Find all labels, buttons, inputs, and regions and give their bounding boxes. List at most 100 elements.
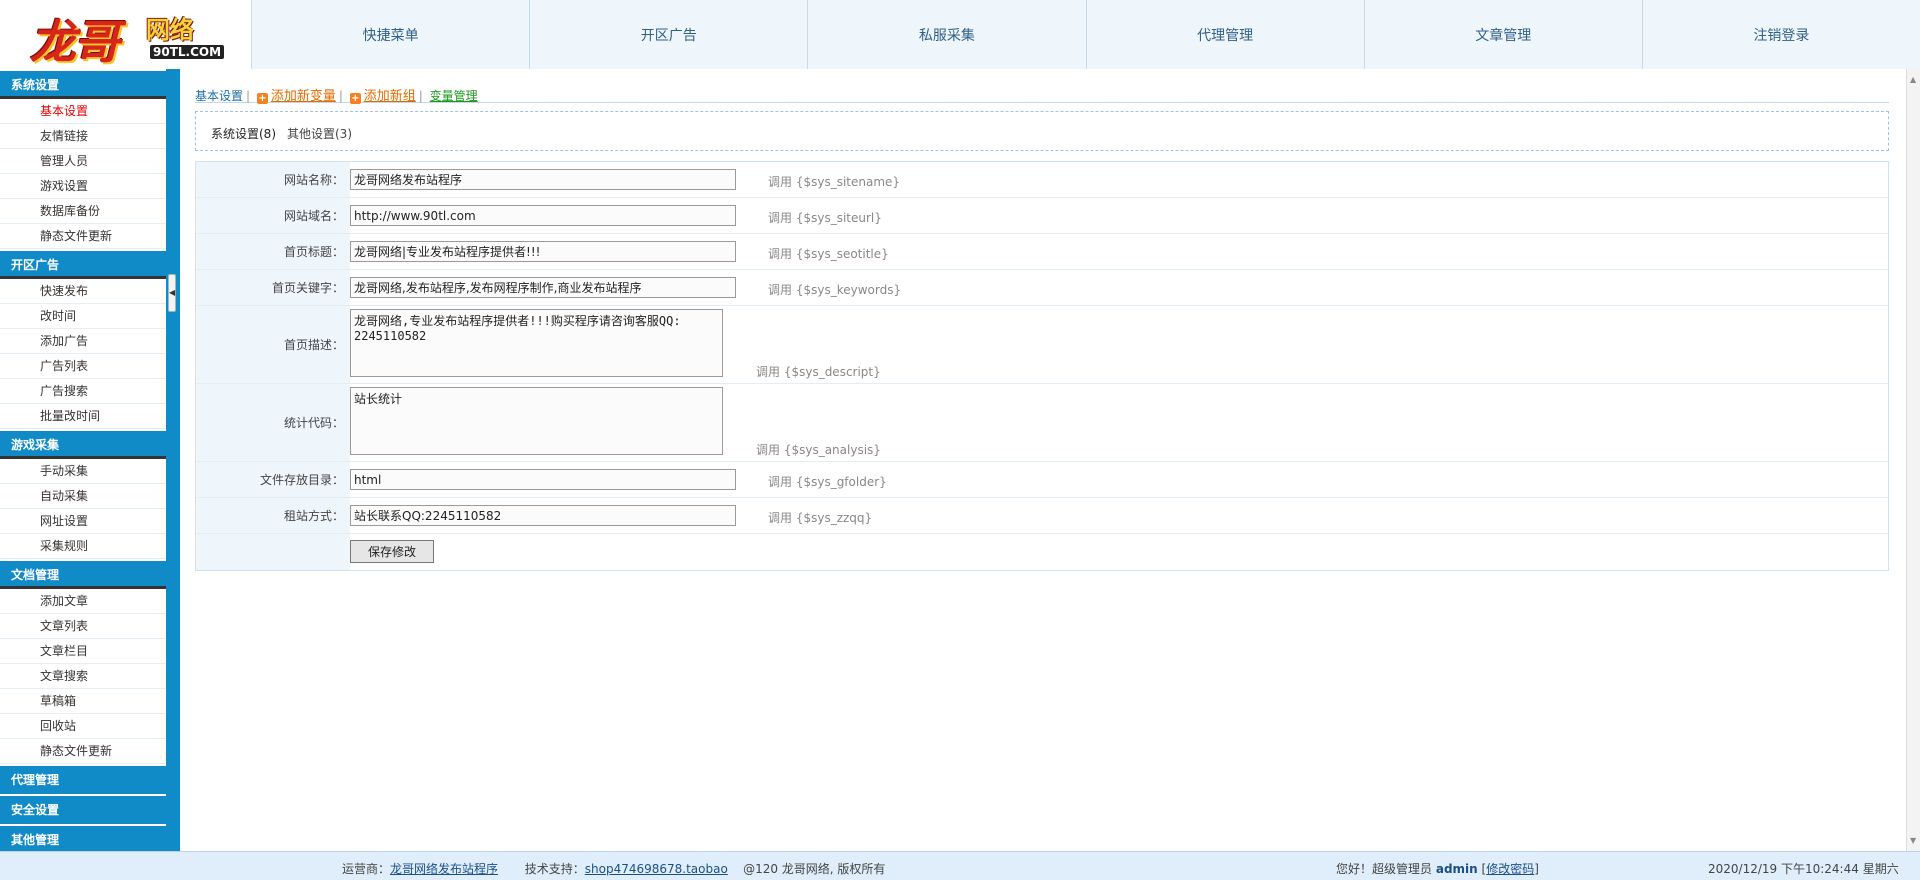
save-button[interactable]: 保存修改 bbox=[350, 540, 434, 563]
settings-tabs: 系统设置(8) 其他设置(3) bbox=[195, 111, 1889, 151]
form-row-sitename: 网站名称： 调用 {$sys_sitename} bbox=[196, 162, 1888, 198]
sidebar-item-db-backup[interactable]: 数据库备份 bbox=[0, 199, 166, 224]
siteurl-input[interactable] bbox=[350, 205, 736, 226]
sidebar-item-manual-collect[interactable]: 手动采集 bbox=[0, 459, 166, 484]
link-basic-settings[interactable]: 基本设置 bbox=[195, 89, 243, 103]
scroll-down-icon[interactable]: ▼ bbox=[1910, 836, 1916, 845]
analysis-textarea[interactable]: 站长统计 bbox=[350, 387, 723, 455]
gfolder-input[interactable] bbox=[350, 469, 736, 490]
separator: | bbox=[338, 89, 343, 103]
sidebar-section-ads[interactable]: 开区广告 bbox=[0, 251, 166, 279]
sidebar-item-batch-time[interactable]: 批量改时间 bbox=[0, 404, 166, 429]
sidebar-item-add-article[interactable]: 添加文章 bbox=[0, 589, 166, 614]
topnav-agent-manage[interactable]: 代理管理 bbox=[1085, 0, 1364, 69]
sidebar-item-auto-collect[interactable]: 自动采集 bbox=[0, 484, 166, 509]
logo-sub-text: 网络 bbox=[146, 16, 194, 44]
separator: | bbox=[246, 89, 251, 103]
topnav-article-manage[interactable]: 文章管理 bbox=[1363, 0, 1642, 69]
keywords-input[interactable] bbox=[350, 277, 736, 298]
sidebar-section-system[interactable]: 系统设置 bbox=[0, 71, 166, 99]
sidebar-item-article-list[interactable]: 文章列表 bbox=[0, 614, 166, 639]
tab-system-settings[interactable]: 系统设置(8) bbox=[211, 125, 276, 142]
form-row-zzqq: 租站方式： 调用 {$sys_zzqq} bbox=[196, 498, 1888, 534]
hint-zzqq: 调用 {$sys_zzqq} bbox=[768, 511, 873, 525]
sidebar-section-security[interactable]: 安全设置 bbox=[0, 796, 166, 824]
sidebar-section-collect[interactable]: 游戏采集 bbox=[0, 431, 166, 459]
main-scrollbar[interactable]: ▲ ▼ bbox=[1906, 69, 1920, 851]
sidebar-item-quick-publish[interactable]: 快速发布 bbox=[0, 279, 166, 304]
top-navigation: 快捷菜单 开区广告 私服采集 代理管理 文章管理 注销登录 bbox=[251, 0, 1920, 69]
collapse-arrow-icon[interactable]: ◀ bbox=[168, 274, 176, 312]
plus-icon: + bbox=[349, 93, 361, 104]
form-row-descript: 首页描述： 龙哥网络,专业发布站程序提供者!!!购买程序请咨询客服QQ: 224… bbox=[196, 306, 1888, 384]
logo-url-text: 90TL.COM bbox=[150, 45, 225, 59]
sidebar-item-drafts[interactable]: 草稿箱 bbox=[0, 689, 166, 714]
topnav-server-ads[interactable]: 开区广告 bbox=[529, 0, 808, 69]
footer-support-label: 技术支持： bbox=[524, 862, 585, 876]
link-variable-manage[interactable]: 变量管理 bbox=[430, 89, 478, 103]
scroll-up-icon[interactable]: ▲ bbox=[1910, 75, 1916, 84]
sidebar-item-ad-list[interactable]: 广告列表 bbox=[0, 354, 166, 379]
form-row-analysis: 统计代码： 站长统计 调用 {$sys_analysis} bbox=[196, 384, 1888, 462]
hint-siteurl: 调用 {$sys_siteurl} bbox=[768, 211, 882, 225]
form-row-siteurl: 网站域名： 调用 {$sys_siteurl} bbox=[196, 198, 1888, 234]
footer-copyright: @120 龙哥网络, 版权所有 bbox=[743, 862, 886, 876]
settings-toolbar: 基本设置 | + 添加新变量 | + 添加新组 | 变量管理 bbox=[195, 85, 1889, 104]
label-keywords: 首页关键字： bbox=[196, 270, 350, 305]
label-sitename: 网站名称： bbox=[196, 162, 350, 197]
topnav-logout[interactable]: 注销登录 bbox=[1641, 0, 1920, 69]
sidebar-item-article-columns[interactable]: 文章栏目 bbox=[0, 639, 166, 664]
sidebar-section-other[interactable]: 其他管理 bbox=[0, 826, 166, 851]
hint-descript: 调用 {$sys_descript} bbox=[756, 365, 881, 379]
footer-left: 运营商：龙哥网络发布站程序 技术支持：shop474698678.taobao … bbox=[342, 860, 885, 877]
hint-analysis: 调用 {$sys_analysis} bbox=[756, 443, 881, 457]
footer-datetime: 2020/12/19 下午10:24:44 星期六 bbox=[1708, 862, 1899, 876]
sidebar-item-admins[interactable]: 管理人员 bbox=[0, 149, 166, 174]
label-siteurl: 网站域名： bbox=[196, 198, 350, 233]
footer-admin-name: admin bbox=[1435, 862, 1478, 876]
sidebar-section-agents[interactable]: 代理管理 bbox=[0, 766, 166, 794]
footer-change-password-link[interactable]: 修改密码 bbox=[1486, 862, 1534, 876]
footer-user: 您好！超级管理员 admin [修改密码] bbox=[1336, 860, 1539, 877]
label-analysis: 统计代码： bbox=[196, 384, 350, 461]
label-empty bbox=[196, 534, 350, 570]
zzqq-input[interactable] bbox=[350, 505, 736, 526]
sidebar-splitter[interactable] bbox=[166, 69, 180, 851]
topnav-quick-menu[interactable]: 快捷菜单 bbox=[251, 0, 530, 69]
label-seotitle: 首页标题： bbox=[196, 234, 350, 269]
label-descript: 首页描述： bbox=[196, 306, 350, 383]
sidebar-item-friend-links[interactable]: 友情链接 bbox=[0, 124, 166, 149]
link-add-variable[interactable]: 添加新变量 bbox=[271, 89, 336, 104]
sidebar-item-add-ad[interactable]: 添加广告 bbox=[0, 329, 166, 354]
seotitle-input[interactable] bbox=[350, 241, 736, 262]
form-row-keywords: 首页关键字： 调用 {$sys_keywords} bbox=[196, 270, 1888, 306]
hint-gfolder: 调用 {$sys_gfolder} bbox=[768, 475, 887, 489]
sidebar-item-game-settings[interactable]: 游戏设置 bbox=[0, 174, 166, 199]
descript-textarea[interactable]: 龙哥网络,专业发布站程序提供者!!!购买程序请咨询客服QQ: 224511058… bbox=[350, 309, 723, 377]
sidebar-item-change-time[interactable]: 改时间 bbox=[0, 304, 166, 329]
logo[interactable]: 龙哥 网络 90TL.COM bbox=[0, 0, 251, 69]
link-add-group[interactable]: 添加新组 bbox=[364, 89, 416, 104]
sidebar-item-collect-rules[interactable]: 采集规则 bbox=[0, 534, 166, 559]
form-row-seotitle: 首页标题： 调用 {$sys_seotitle} bbox=[196, 234, 1888, 270]
footer-operator-link[interactable]: 龙哥网络发布站程序 bbox=[390, 862, 498, 876]
sidebar-section-docs[interactable]: 文档管理 bbox=[0, 561, 166, 589]
sidebar-item-recycle-bin[interactable]: 回收站 bbox=[0, 714, 166, 739]
sidebar-item-ad-search[interactable]: 广告搜索 bbox=[0, 379, 166, 404]
sidebar-item-static-update[interactable]: 静态文件更新 bbox=[0, 224, 166, 249]
sitename-input[interactable] bbox=[350, 169, 736, 190]
sidebar-item-url-settings[interactable]: 网址设置 bbox=[0, 509, 166, 534]
sidebar-item-article-search[interactable]: 文章搜索 bbox=[0, 664, 166, 689]
footer-support-link[interactable]: shop474698678.taobao bbox=[585, 862, 728, 876]
form-row-gfolder: 文件存放目录： 调用 {$sys_gfolder} bbox=[196, 462, 1888, 498]
footer-operator-label: 运营商： bbox=[342, 862, 391, 876]
sidebar-item-static-update-2[interactable]: 静态文件更新 bbox=[0, 739, 166, 764]
header: 龙哥 网络 90TL.COM 快捷菜单 开区广告 私服采集 代理管理 文章管理 … bbox=[0, 0, 1920, 69]
label-gfolder: 文件存放目录： bbox=[196, 462, 350, 497]
sidebar-item-basic-settings[interactable]: 基本设置 bbox=[0, 99, 166, 124]
main-content: 基本设置 | + 添加新变量 | + 添加新组 | 变量管理 系统设置(8) 其他设置(3… bbox=[180, 69, 1908, 851]
footer-bracket-close: ] bbox=[1534, 862, 1539, 876]
tab-other-settings[interactable]: 其他设置(3) bbox=[287, 125, 352, 142]
topnav-private-collect[interactable]: 私服采集 bbox=[807, 0, 1086, 69]
logo-main-text: 龙哥 bbox=[30, 15, 120, 69]
